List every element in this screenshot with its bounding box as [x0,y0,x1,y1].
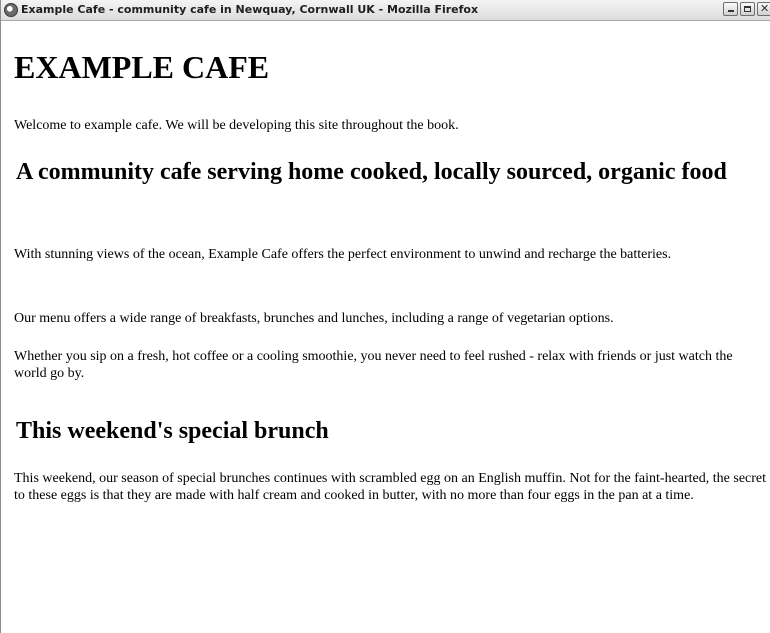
coffee-paragraph: Whether you sip on a fresh, hot coffee o… [14,349,733,381]
browser-window: Example Cafe - community cafe in Newquay… [0,0,770,633]
firefox-globe-icon[interactable] [4,3,18,17]
minimize-icon [728,10,734,12]
community-heading: A community cafe serving home cooked, lo… [16,159,727,185]
close-button[interactable]: ✕ [757,2,770,16]
views-paragraph: With stunning views of the ocean, Exampl… [14,247,672,262]
site-title: EXAMPLE CAFE [14,49,270,85]
welcome-paragraph: Welcome to example cafe. We will be deve… [14,118,459,133]
brunch-paragraph: This weekend, our season of special brun… [14,471,767,503]
menu-paragraph: Our menu offers a wide range of breakfas… [14,311,614,326]
brunch-heading: This weekend's special brunch [16,418,329,444]
title-bar[interactable]: Example Cafe - community cafe in Newquay… [1,0,770,21]
minimize-button[interactable] [723,2,738,16]
maximize-button[interactable] [740,2,755,16]
window-title: Example Cafe - community cafe in Newquay… [21,3,479,16]
close-icon: ✕ [760,2,770,15]
maximize-icon [744,6,751,12]
